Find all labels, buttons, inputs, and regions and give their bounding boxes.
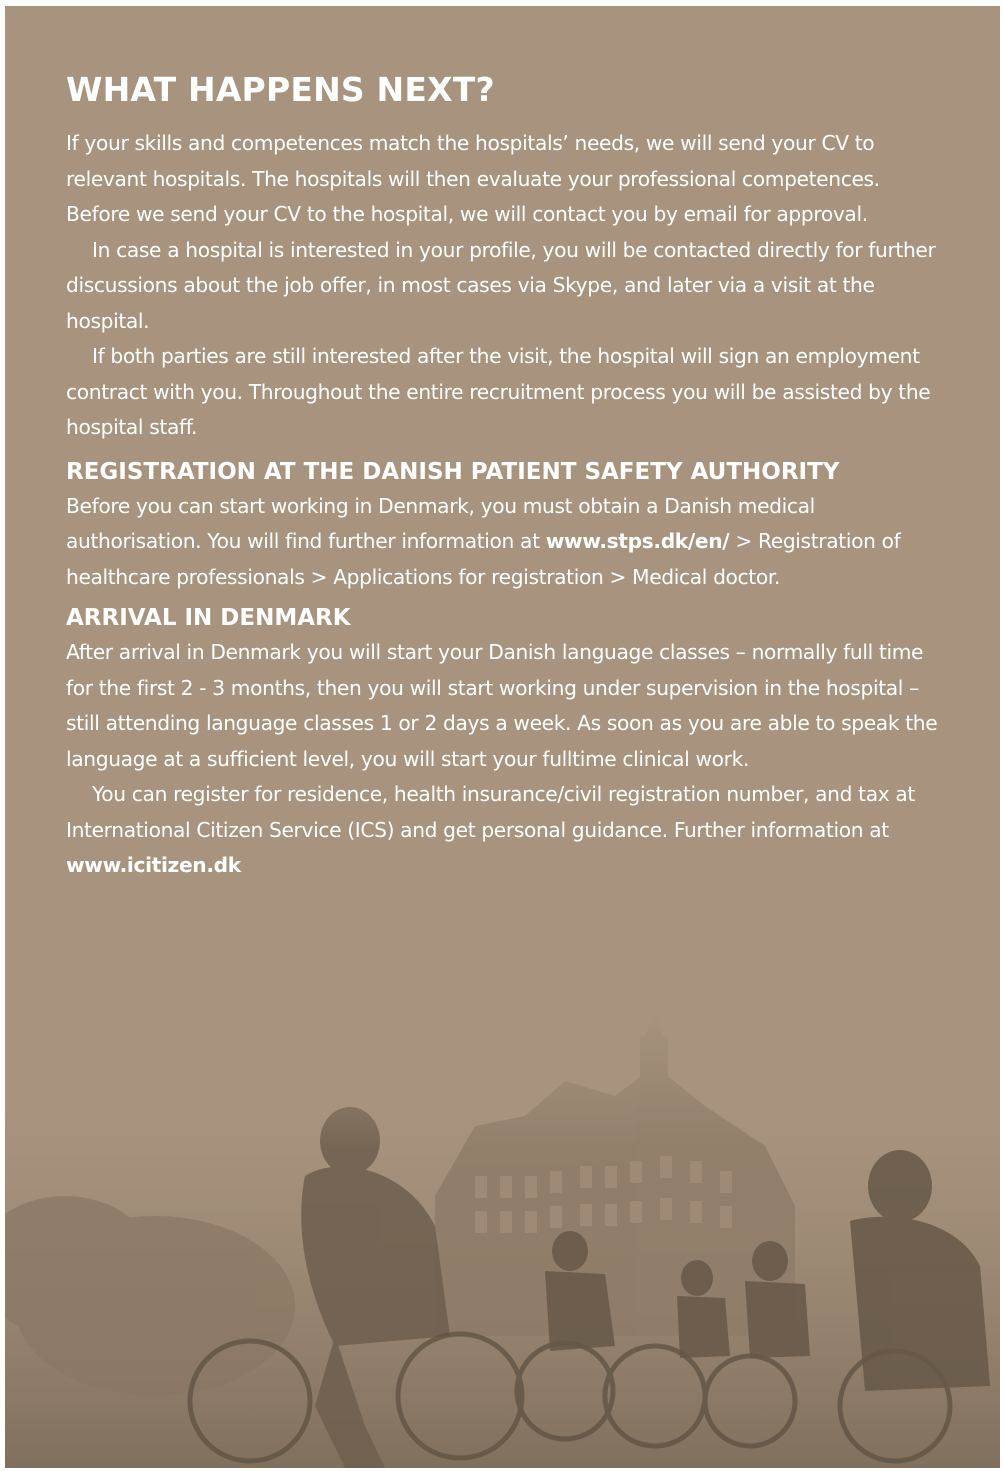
paragraph-employment-contract: If both parties are still interested aft… [66, 344, 931, 439]
paragraph-cv-matching: If your skills and competences match the… [66, 131, 880, 226]
ics-text: You can register for residence, health i… [66, 782, 915, 842]
article-content: WHAT HAPPENS NEXT? If your skills and co… [66, 67, 946, 884]
paragraph-ics-registration: You can register for residence, health i… [66, 777, 946, 884]
paragraph-hospital-interest: In case a hospital is interested in your… [66, 237, 936, 333]
stps-link[interactable]: www.stps.dk/en/ [546, 529, 730, 553]
icitizen-link[interactable]: www.icitizen.dk [66, 853, 241, 877]
brochure-page: WHAT HAPPENS NEXT? If your skills and co… [5, 6, 1000, 1468]
page-title: WHAT HAPPENS NEXT? [66, 70, 495, 109]
section-title-arrival: ARRIVAL IN DENMARK [66, 605, 351, 631]
paragraph-registration: Before you can start working in Denmark,… [66, 489, 946, 596]
paragraph-language-classes: After arrival in Denmark you will start … [66, 640, 938, 771]
section-title-registration: REGISTRATION AT THE DANISH PATIENT SAFET… [66, 458, 840, 485]
